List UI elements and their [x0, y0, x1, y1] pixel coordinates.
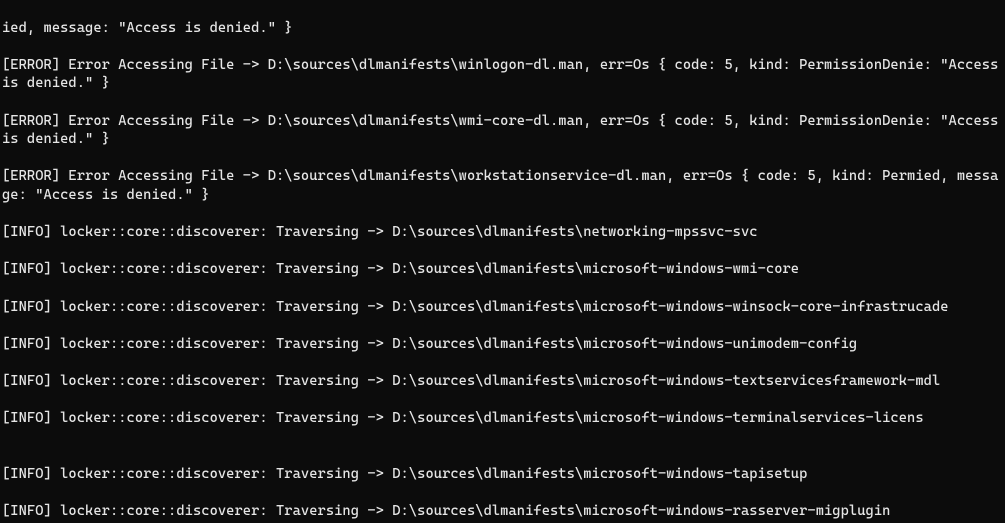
log-line: [INFO] locker::core::discoverer: Travers…: [2, 260, 1005, 279]
log-line: [ERROR] Error Accessing File -> D:\sourc…: [2, 167, 1005, 204]
log-line: [INFO] locker::core::discoverer: Travers…: [2, 465, 1005, 484]
log-line: [INFO] locker::core::discoverer: Travers…: [2, 223, 1005, 242]
log-line: ied, message: "Access is denied." }: [2, 19, 1005, 38]
log-line: [INFO] locker::core::discoverer: Travers…: [2, 298, 1005, 317]
terminal-output[interactable]: ied, message: "Access is denied." } [ERR…: [0, 0, 1005, 523]
log-line: [INFO] locker::core::discoverer: Travers…: [2, 409, 1005, 428]
log-line: [INFO] locker::core::discoverer: Travers…: [2, 372, 1005, 391]
log-line: [ERROR] Error Accessing File -> D:\sourc…: [2, 112, 1005, 149]
log-line: [INFO] locker::core::discoverer: Travers…: [2, 502, 1005, 521]
log-line: [ERROR] Error Accessing File -> D:\sourc…: [2, 56, 1005, 93]
log-line: [INFO] locker::core::discoverer: Travers…: [2, 335, 1005, 354]
